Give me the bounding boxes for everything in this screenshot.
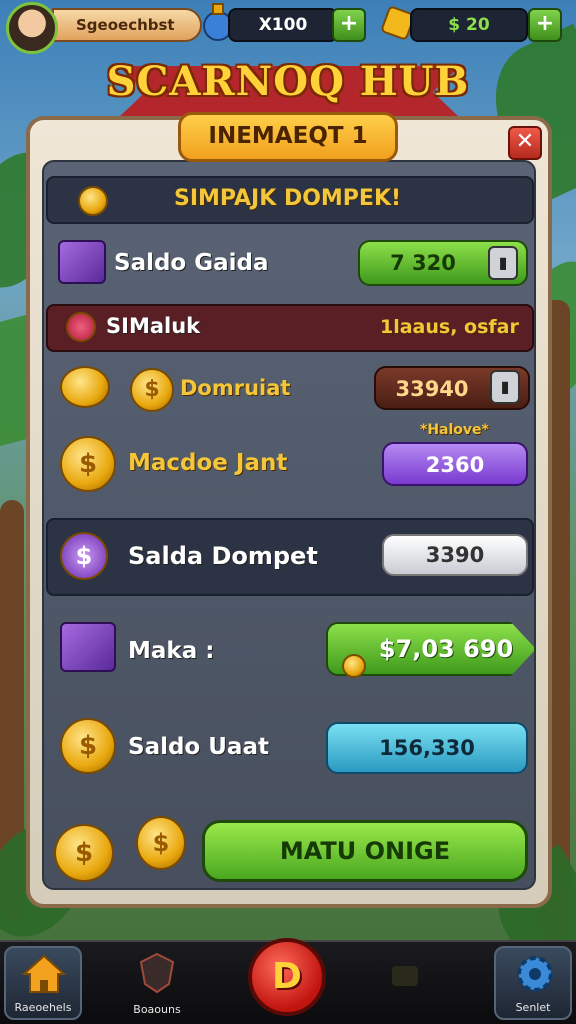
add-resource-2-button[interactable]: + — [528, 8, 562, 42]
panel-subheader: INEMAEQT 1 — [178, 112, 398, 162]
saldo-uaat-value: 156,330 — [326, 722, 528, 774]
gift-box-icon — [58, 240, 106, 284]
player-avatar[interactable] — [6, 2, 58, 54]
bonus-tag: *Halove* — [420, 422, 489, 438]
center-badge: D — [272, 956, 302, 997]
wallet-panel — [26, 116, 552, 908]
dollar-coin-icon: $ — [54, 824, 114, 882]
top-bar: Sgeoechbst X100 + $ 20 + — [0, 0, 576, 54]
nav-home[interactable]: Raeoehels — [4, 946, 82, 1020]
heart-badge-icon — [66, 312, 96, 342]
coin-pile-icon: $ — [60, 436, 116, 492]
lock-icon[interactable]: ▮ — [490, 370, 520, 404]
salda-dompet-value: 3390 — [382, 534, 528, 576]
row-label: Macdoe Jant — [128, 450, 288, 476]
gift-box-icon — [60, 622, 116, 672]
row-label: Saldo Uaat — [128, 734, 269, 760]
action-button[interactable]: MATU ONIGE — [202, 820, 528, 882]
row-label: Salda Dompet — [128, 542, 318, 570]
resource-counter-1: X100 — [228, 8, 338, 42]
star-icon — [342, 654, 366, 678]
nav-label: Raeoehels — [14, 1001, 72, 1014]
home-icon — [22, 954, 66, 993]
coin-stack-icon — [60, 366, 110, 408]
resource-counter-2: $ 20 — [410, 8, 528, 42]
section-label: SIMaluk — [106, 314, 201, 338]
shield-icon — [139, 952, 175, 994]
nav-bonus[interactable]: Boaouns — [118, 946, 196, 1020]
section-value: 1laaus, osfar — [380, 316, 519, 338]
player-name: Sgeoechbst — [52, 8, 202, 42]
dollar-coin-icon: $ — [60, 718, 116, 774]
nav-item-4[interactable] — [366, 946, 444, 1020]
nav-label: Senlet — [515, 1001, 551, 1014]
page-title: SCARNOQ HUB — [106, 58, 470, 105]
close-button[interactable]: ✕ — [508, 126, 542, 160]
purple-coin-icon: $ — [60, 532, 108, 580]
nav-center-button[interactable]: D — [248, 938, 326, 1016]
coin-pin-icon: $ — [136, 816, 186, 870]
nav-label: Boaouns — [133, 1003, 181, 1016]
dark-glyph-icon — [392, 966, 418, 986]
promo-banner-text: SIMPAJK DOMPEK! — [174, 186, 402, 211]
coin-icon — [78, 186, 108, 216]
lock-icon[interactable]: ▮ — [488, 246, 518, 280]
gear-icon — [517, 956, 553, 992]
nav-settings[interactable]: Senlet — [494, 946, 572, 1020]
add-resource-1-button[interactable]: + — [332, 8, 366, 42]
row-label: Maka : — [128, 638, 215, 664]
row-label: Domruiat — [180, 376, 291, 400]
dollar-coin-icon: $ — [130, 368, 174, 412]
row-label: Saldo Gaida — [114, 250, 269, 276]
macdoe-jant-value: 2360 — [382, 442, 528, 486]
